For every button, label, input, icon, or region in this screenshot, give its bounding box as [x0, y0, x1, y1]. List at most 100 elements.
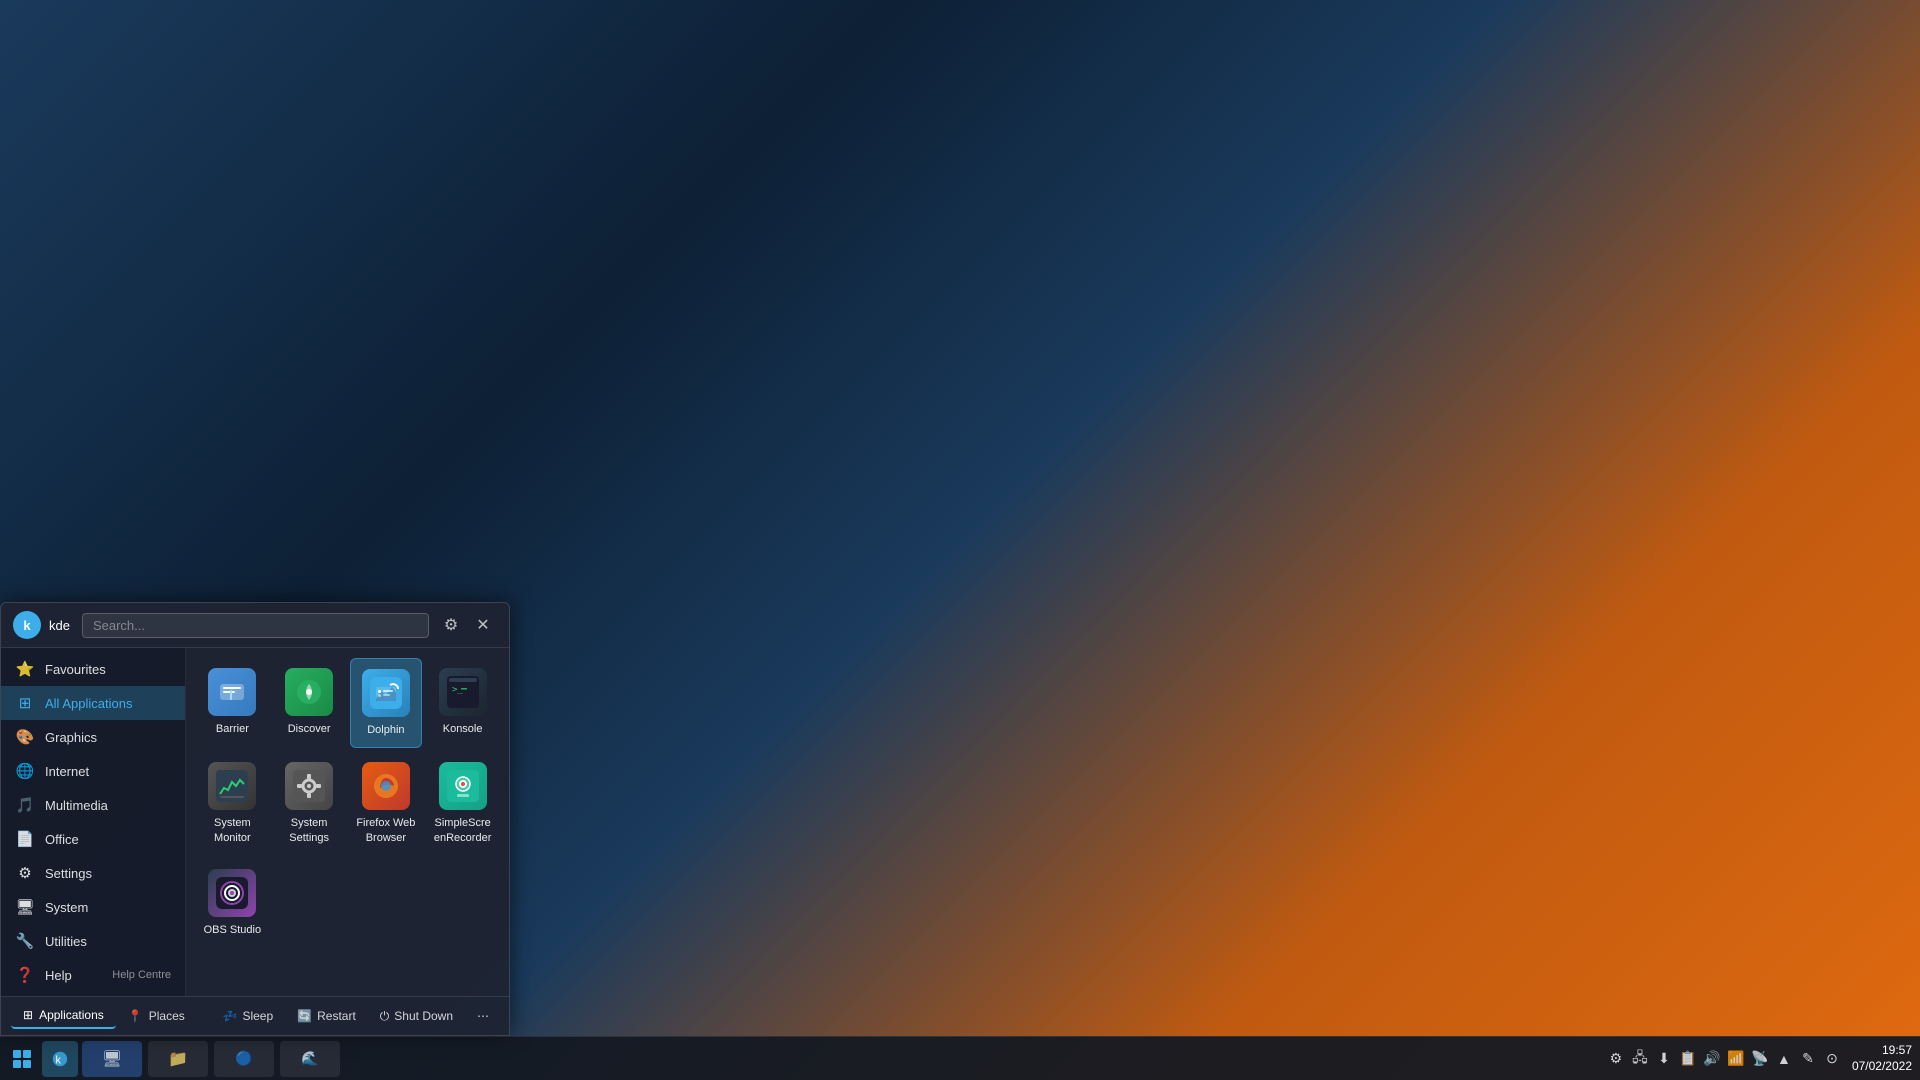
footer-tab-applications[interactable]: ⊞ Applications	[11, 1003, 116, 1029]
places-icon: 📍	[128, 1009, 143, 1023]
sidebar-label-utilities: Utilities	[45, 934, 87, 949]
window-icon-2: 📁	[168, 1049, 188, 1069]
sidebar-item-multimedia[interactable]: 🎵 Multimedia	[1, 788, 185, 822]
sidebar-item-settings[interactable]: ⚙ Settings	[1, 856, 185, 890]
system-monitor-icon	[208, 762, 256, 810]
more-button[interactable]: ⋯	[467, 1004, 499, 1029]
sleep-label: Sleep	[242, 1009, 273, 1023]
menu-content: Barrier Discover	[186, 648, 509, 996]
menu-header: k kde ⚙ ✕	[1, 603, 509, 648]
window-icon-1: 🖥	[102, 1049, 122, 1069]
tray-wifi2-icon[interactable]: 📡	[1750, 1049, 1770, 1069]
app-name-system-settings: System Settings	[279, 816, 340, 845]
taskbar-right: ⚙ 🖧 ⬇ 📋 🔊 📶 📡 ▲ ✎ ⊙ 19:57 07/02/2022	[1598, 1043, 1920, 1074]
tray-update-icon[interactable]: ⬇	[1654, 1049, 1674, 1069]
footer-actions: 💤 Sleep 🔄 Restart ⏻ Shut Down ⋯	[213, 1004, 500, 1029]
app-name-konsole: Konsole	[443, 722, 483, 736]
close-icon[interactable]: ✕	[469, 611, 497, 639]
shutdown-label: Shut Down	[394, 1009, 453, 1023]
sidebar-item-internet[interactable]: 🌐 Internet	[1, 754, 185, 788]
app-item-system-settings[interactable]: System Settings	[273, 752, 346, 855]
sidebar-item-help[interactable]: ❓ Help Help Centre	[1, 958, 185, 992]
shutdown-button[interactable]: ⏻ Shut Down	[370, 1004, 463, 1029]
sidebar-label-system: System	[45, 900, 88, 915]
sidebar-item-system[interactable]: 🖥 System	[1, 890, 185, 924]
taskbar-window-1[interactable]: 🖥	[82, 1041, 142, 1077]
menu-sidebar: ⭐ Favourites ⊞ All Applications 🎨 Graphi…	[1, 648, 186, 996]
internet-icon: 🌐	[15, 761, 35, 781]
taskbar-window-4[interactable]: 🌊	[280, 1041, 340, 1077]
taskbar-window-2[interactable]: 📁	[148, 1041, 208, 1077]
sidebar-item-graphics[interactable]: 🎨 Graphics	[1, 720, 185, 754]
tray-display-icon[interactable]: ⊙	[1822, 1049, 1842, 1069]
app-item-firefox[interactable]: Firefox Web Browser	[350, 752, 423, 855]
sleep-button[interactable]: 💤 Sleep	[213, 1004, 284, 1029]
app-item-simplescreenrecorder[interactable]: SimpleScreenRecorder	[426, 752, 499, 855]
utilities-icon: 🔧	[15, 931, 35, 951]
app-item-obs[interactable]: OBS Studio	[196, 859, 269, 947]
sidebar-label-help: Help	[45, 968, 72, 983]
app-item-dolphin[interactable]: Dolphin	[350, 658, 423, 748]
taskbar-kde-icon[interactable]: k	[42, 1041, 78, 1077]
sidebar-item-office[interactable]: 📄 Office	[1, 822, 185, 856]
barrier-icon	[208, 668, 256, 716]
app-item-system-monitor[interactable]: System Monitor	[196, 752, 269, 855]
tray-network-icon[interactable]: 🖧	[1630, 1049, 1650, 1069]
system-settings-icon	[285, 762, 333, 810]
sidebar-item-favourites[interactable]: ⭐ Favourites	[1, 652, 185, 686]
sidebar-label-all-applications: All Applications	[45, 696, 132, 711]
tray-audio-icon[interactable]: 🔊	[1702, 1049, 1722, 1069]
help-icon: ❓	[15, 965, 35, 985]
app-name-discover: Discover	[288, 722, 331, 736]
clock-time: 19:57	[1882, 1043, 1912, 1059]
search-input[interactable]	[82, 613, 429, 638]
simplescreenrecorder-icon	[439, 762, 487, 810]
sidebar-item-all-applications[interactable]: ⊞ All Applications	[1, 686, 185, 720]
app-item-discover[interactable]: Discover	[273, 658, 346, 748]
sidebar-label-internet: Internet	[45, 764, 89, 779]
start-button[interactable]	[4, 1041, 40, 1077]
taskbar-window-3[interactable]: 🔵	[214, 1041, 274, 1077]
app-grid: Barrier Discover	[196, 658, 499, 947]
shutdown-icon: ⏻	[380, 1009, 390, 1024]
taskbar: k 🖥 📁 🔵 🌊 ⚙ 🖧 ⬇ 📋 🔊 📶 📡 ▲ ✎ ⊙ 19:57 07/0…	[0, 1036, 1920, 1080]
username-label: kde	[49, 618, 70, 633]
tray-gear-icon[interactable]: ⚙	[1606, 1049, 1626, 1069]
settings-sidebar-icon: ⚙	[15, 863, 35, 883]
app-name-system-monitor: System Monitor	[202, 816, 263, 845]
places-tab-label: Places	[149, 1009, 185, 1023]
all-apps-icon: ⊞	[15, 693, 35, 713]
tray-wifi-icon[interactable]: 📶	[1726, 1049, 1746, 1069]
window-icon-3: 🔵	[235, 1050, 252, 1067]
restart-button[interactable]: 🔄 Restart	[287, 1004, 366, 1029]
graphics-icon: 🎨	[15, 727, 35, 747]
sidebar-label-office: Office	[45, 832, 79, 847]
sidebar-label-multimedia: Multimedia	[45, 798, 108, 813]
avatar: k	[13, 611, 41, 639]
menu-header-icons: ⚙ ✕	[437, 611, 497, 639]
app-name-simplescreenrecorder: SimpleScreenRecorder	[432, 816, 493, 845]
app-name-dolphin: Dolphin	[367, 723, 404, 737]
sidebar-item-utilities[interactable]: 🔧 Utilities	[1, 924, 185, 958]
settings-icon[interactable]: ⚙	[437, 611, 465, 639]
dolphin-icon	[362, 669, 410, 717]
tray-arrow-icon[interactable]: ▲	[1774, 1049, 1794, 1069]
app-item-konsole[interactable]: >_ Konsole	[426, 658, 499, 748]
app-item-barrier[interactable]: Barrier	[196, 658, 269, 748]
sidebar-label-graphics: Graphics	[45, 730, 97, 745]
footer-tab-places[interactable]: 📍 Places	[116, 1004, 197, 1028]
taskbar-left: k 🖥 📁 🔵 🌊	[0, 1041, 346, 1077]
app-name-firefox: Firefox Web Browser	[356, 816, 417, 845]
app-name-obs: OBS Studio	[204, 923, 261, 937]
svg-text:>_: >_	[452, 685, 463, 695]
sidebar-label-settings: Settings	[45, 866, 92, 881]
tray-pen-icon[interactable]: ✎	[1798, 1049, 1818, 1069]
konsole-icon: >_	[439, 668, 487, 716]
system-clock[interactable]: 19:57 07/02/2022	[1852, 1043, 1912, 1074]
tray-clipboard-icon[interactable]: 📋	[1678, 1049, 1698, 1069]
sleep-icon: 💤	[223, 1009, 238, 1023]
applications-grid-icon: ⊞	[23, 1008, 33, 1022]
menu-footer: ⊞ Applications 📍 Places 💤 Sleep 🔄 Restar…	[1, 996, 509, 1035]
more-icon: ⋯	[477, 1009, 489, 1023]
sidebar-label-favourites: Favourites	[45, 662, 106, 677]
